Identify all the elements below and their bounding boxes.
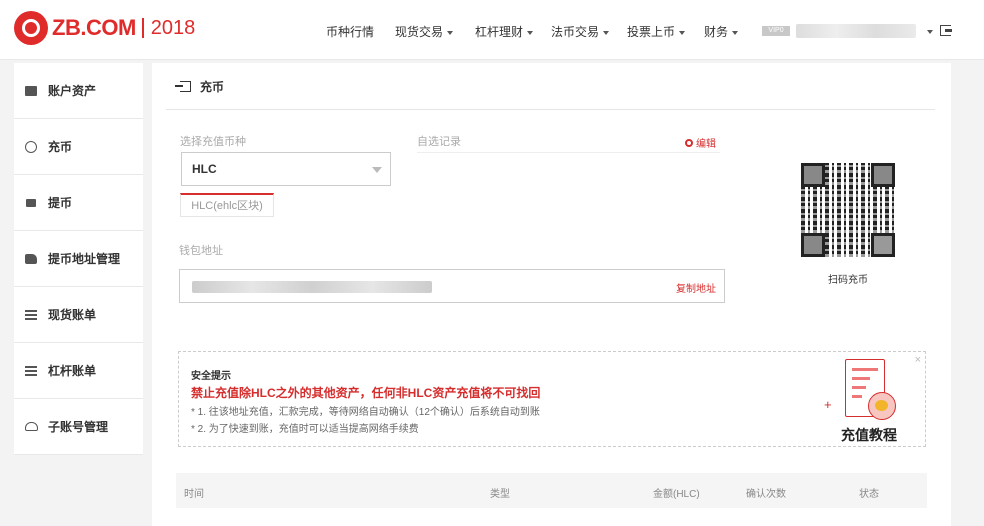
security-tips: 安全提示 禁止充值除HLC之外的其他资产，任何非HLC资产充值将不可找回 * 1… <box>178 351 926 447</box>
plus-icon: + <box>824 397 832 412</box>
sub-account-icon <box>24 421 38 433</box>
sidebar-item-label: 子账号管理 <box>48 420 109 434</box>
record-label: 自选记录 <box>417 136 461 148</box>
nav-vote[interactable]: 投票上币 <box>627 23 686 40</box>
sidebar-item-margin-bill[interactable]: 杠杆账单 <box>14 343 143 399</box>
tips-title: 安全提示 <box>191 371 231 382</box>
tab-chain[interactable]: HLC(ehlc区块) <box>180 193 274 217</box>
select-coin-label: 选择充值币种 <box>180 136 246 148</box>
column-header: 状态 <box>859 489 879 500</box>
nav-finance[interactable]: 财务 <box>704 23 739 40</box>
user-account-name[interactable] <box>796 24 916 38</box>
sidebar-item-assets[interactable]: 账户资产 <box>14 63 143 119</box>
deposit-history-header: 时间 类型 金额(HLC) 确认次数 状态 <box>176 473 927 508</box>
page-title-text: 充币 <box>200 80 225 94</box>
sidebar-item-label: 提币地址管理 <box>48 252 121 266</box>
wallet-address-value <box>192 281 432 293</box>
chevron-down-icon <box>527 30 534 35</box>
qr-finder <box>871 233 895 257</box>
selected-coin-value: HLC <box>192 162 217 176</box>
sidebar-item-label: 提币 <box>48 196 73 210</box>
logo-text: ZB.COM <box>52 15 136 40</box>
deposit-arrow-icon <box>175 81 191 92</box>
divider <box>166 109 935 110</box>
logo-mark-icon <box>14 11 48 45</box>
nav-market[interactable]: 币种行情 <box>326 23 374 40</box>
gear-icon <box>685 138 693 147</box>
coin-select[interactable]: HLC <box>181 152 391 186</box>
tips-line-2: * 2. 为了快速到账，充值时可以适当提高网络手续费 <box>191 424 419 435</box>
qr-finder <box>801 233 825 257</box>
tips-warning: 禁止充值除HLC之外的其他资产，任何非HLC资产充值将不可找回 <box>191 386 541 400</box>
spot-bill-icon <box>24 309 38 321</box>
zb-logo[interactable]: ZB.COM 2018 <box>14 10 195 46</box>
coin-icon <box>868 392 896 420</box>
address-book-icon <box>24 253 38 265</box>
nav-margin[interactable]: 杠杆理财 <box>475 23 534 40</box>
sidebar-item-sub-account[interactable]: 子账号管理 <box>14 399 143 455</box>
nav-spot-trade[interactable]: 现货交易 <box>395 23 454 40</box>
column-header: 确认次数 <box>746 489 786 500</box>
deposit-tutorial-button[interactable]: + 充值教程 <box>824 359 914 445</box>
tutorial-label: 充值教程 <box>841 427 897 443</box>
sidebar-item-withdraw[interactable]: 提币 <box>14 175 143 231</box>
wallet-address-field[interactable]: 复制地址 <box>179 269 725 303</box>
top-header: ZB.COM 2018 币种行情 现货交易 杠杆理财 法币交易 投票上币 财务 … <box>0 0 984 60</box>
wallet-address-label: 钱包地址 <box>179 245 223 257</box>
chevron-down-icon <box>603 30 610 35</box>
edit-button[interactable]: 编辑 <box>685 135 716 150</box>
chevron-down-icon <box>447 30 454 35</box>
copy-address-button[interactable]: 复制地址 <box>676 280 716 295</box>
sidebar-item-label: 杠杆账单 <box>48 364 97 378</box>
edit-label: 编辑 <box>696 139 716 150</box>
nav-otc[interactable]: 法币交易 <box>551 23 610 40</box>
chevron-down-icon <box>679 30 686 35</box>
qr-finder <box>871 163 895 187</box>
record-underline <box>417 152 720 153</box>
margin-bill-icon <box>24 365 38 377</box>
dropdown-arrow-icon <box>372 167 382 173</box>
close-icon[interactable]: × <box>915 354 921 366</box>
sidebar-item-address-manage[interactable]: 提币地址管理 <box>14 231 143 287</box>
sidebar-item-label: 账户资产 <box>48 84 97 98</box>
vip-badge: VIP0 <box>762 26 790 36</box>
tips-line-1: * 1. 往该地址充值，汇款完成，等待网络自动确认（12个确认）后系统自动到账 <box>191 407 540 418</box>
deposit-qr-code <box>801 163 895 257</box>
deposit-panel: 充币 选择充值币种 HLC HLC(ehlc区块) 自选记录 编辑 钱包地址 复… <box>152 63 951 526</box>
logo-year: 2018 <box>141 18 195 38</box>
page-title: 充币 <box>175 78 225 95</box>
column-header: 类型 <box>490 489 510 500</box>
deposit-icon <box>24 140 38 153</box>
column-header: 时间 <box>184 489 204 500</box>
chevron-down-icon[interactable] <box>927 30 933 34</box>
withdraw-icon <box>24 197 38 209</box>
sidebar-item-label: 充币 <box>48 140 73 154</box>
sidebar-item-spot-bill[interactable]: 现货账单 <box>14 287 143 343</box>
sidebar: 账户资产 充币 提币 提币地址管理 现货账单 杠杆账单 子账号管理 <box>14 63 143 455</box>
sidebar-item-label: 现货账单 <box>48 308 97 322</box>
column-header: 金额(HLC) <box>653 489 700 500</box>
logout-icon[interactable] <box>940 25 952 36</box>
qr-finder <box>801 163 825 187</box>
chevron-down-icon <box>732 30 739 35</box>
wallet-icon <box>24 85 38 97</box>
sidebar-item-deposit[interactable]: 充币 <box>14 119 143 175</box>
qr-label: 扫码充币 <box>828 275 868 286</box>
